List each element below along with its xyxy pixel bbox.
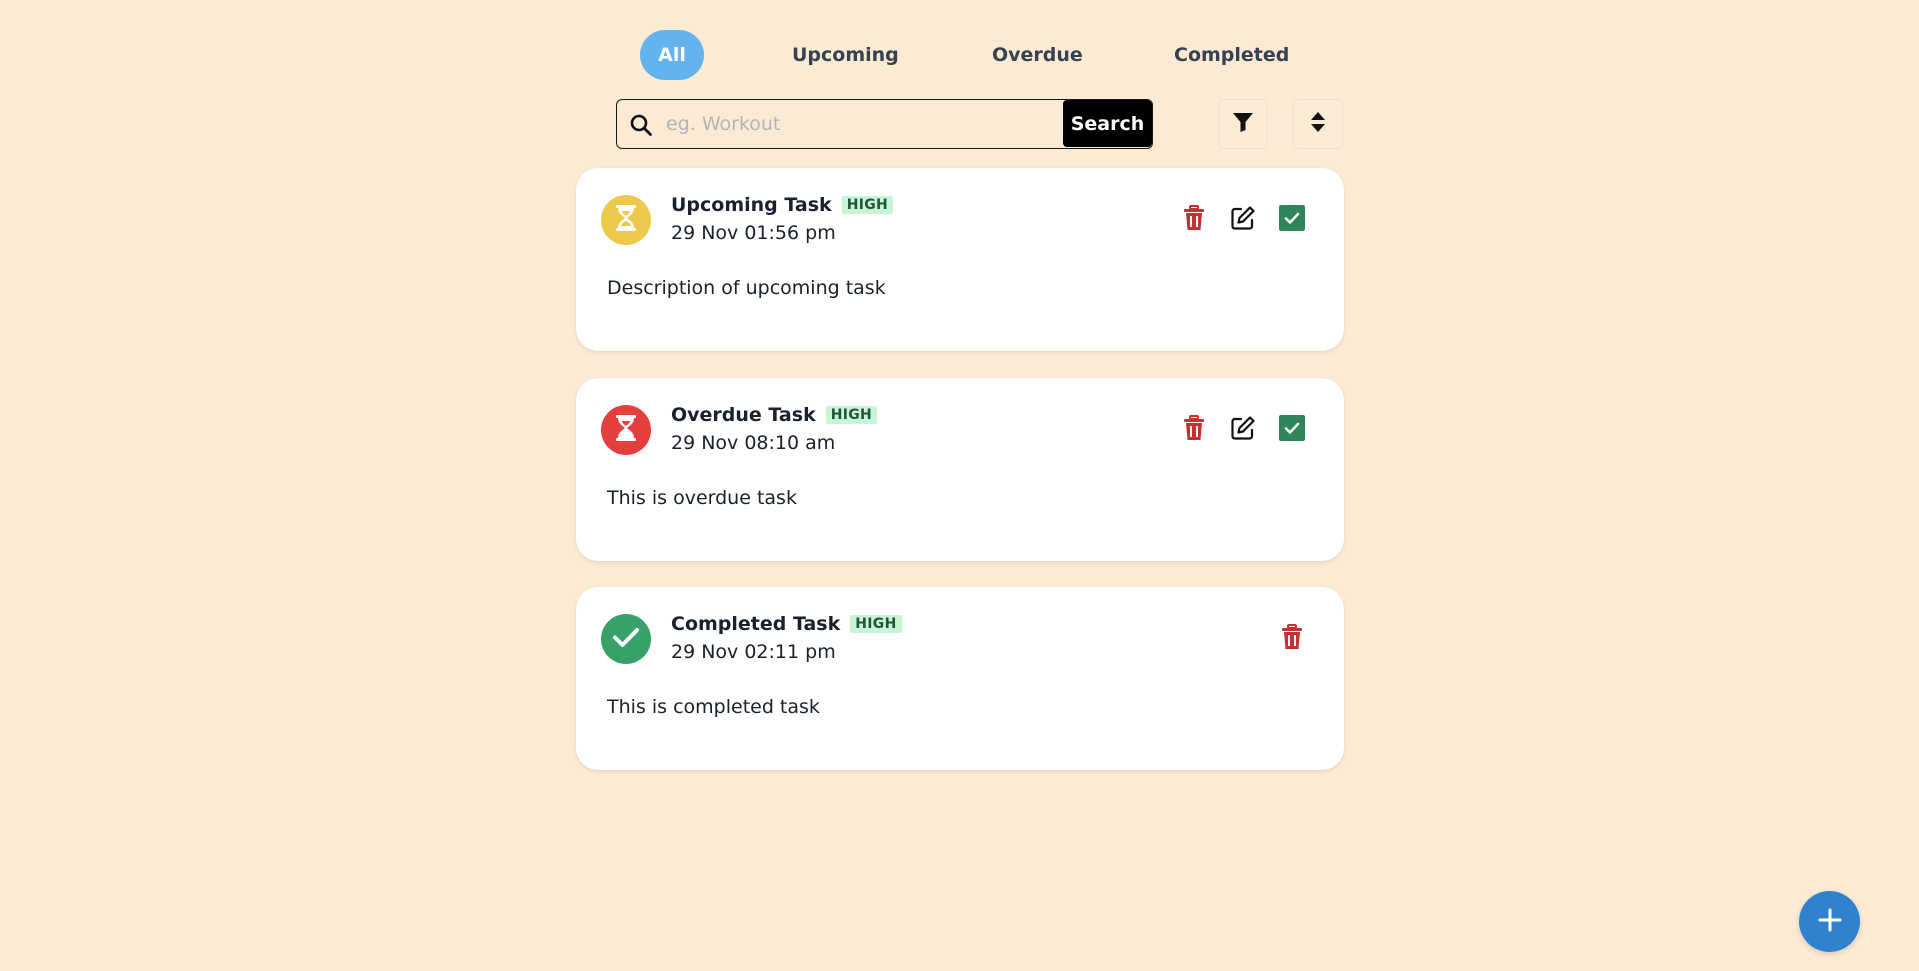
status-indicator-upcoming <box>601 195 651 245</box>
task-title: Upcoming Task <box>671 194 832 216</box>
task-title-row: Upcoming Task HIGH <box>671 194 894 216</box>
search-box: Search <box>616 99 1153 149</box>
hourglass-icon <box>615 414 637 446</box>
sort-icon <box>1310 111 1326 137</box>
status-indicator-completed <box>601 614 651 664</box>
check-icon <box>612 625 640 653</box>
hourglass-icon <box>615 204 637 236</box>
task-description: This is completed task <box>607 696 820 718</box>
tab-upcoming[interactable]: Upcoming <box>792 30 899 80</box>
priority-badge: HIGH <box>841 196 894 214</box>
priority-badge: HIGH <box>825 406 878 424</box>
delete-button[interactable] <box>1178 204 1210 236</box>
search-input[interactable] <box>666 100 1056 147</box>
delete-button[interactable] <box>1276 623 1308 655</box>
task-card: Upcoming Task HIGH 29 Nov 01:56 pm Descr… <box>576 168 1344 351</box>
checkbox-checked-icon <box>1279 415 1305 445</box>
add-task-button[interactable] <box>1799 891 1860 952</box>
task-description: Description of upcoming task <box>607 277 886 299</box>
sort-button[interactable] <box>1293 99 1343 149</box>
trash-icon <box>1183 205 1205 235</box>
status-indicator-overdue <box>601 405 651 455</box>
trash-icon <box>1183 415 1205 445</box>
task-description: This is overdue task <box>607 487 797 509</box>
filter-icon <box>1232 111 1254 137</box>
task-title: Overdue Task <box>671 404 816 426</box>
task-date: 29 Nov 01:56 pm <box>671 222 836 244</box>
search-icon <box>629 113 653 137</box>
task-date: 29 Nov 08:10 am <box>671 432 836 454</box>
priority-badge: HIGH <box>850 615 902 633</box>
trash-icon <box>1281 624 1303 654</box>
checkbox-checked-icon <box>1279 205 1305 235</box>
task-date: 29 Nov 02:11 pm <box>671 641 836 663</box>
tab-overdue[interactable]: Overdue <box>992 30 1083 80</box>
plus-icon <box>1817 907 1843 937</box>
complete-checkbox[interactable] <box>1276 414 1308 446</box>
edit-button[interactable] <box>1227 414 1259 446</box>
search-button[interactable]: Search <box>1063 100 1152 147</box>
tab-all[interactable]: All <box>640 30 704 80</box>
complete-checkbox[interactable] <box>1276 204 1308 236</box>
edit-icon <box>1230 415 1256 445</box>
task-card: Overdue Task HIGH 29 Nov 08:10 am This i… <box>576 378 1344 561</box>
tab-completed[interactable]: Completed <box>1174 30 1289 80</box>
task-title-row: Overdue Task HIGH <box>671 404 878 426</box>
search-row: Search <box>616 99 1343 149</box>
edit-button[interactable] <box>1227 204 1259 236</box>
edit-icon <box>1230 205 1256 235</box>
delete-button[interactable] <box>1178 414 1210 446</box>
filter-button[interactable] <box>1218 99 1268 149</box>
filter-tabs: All Upcoming Overdue Completed <box>640 30 1340 80</box>
task-title: Completed Task <box>671 613 841 635</box>
task-title-row: Completed Task HIGH <box>671 613 902 635</box>
task-card: Completed Task HIGH 29 Nov 02:11 pm This… <box>576 587 1344 770</box>
